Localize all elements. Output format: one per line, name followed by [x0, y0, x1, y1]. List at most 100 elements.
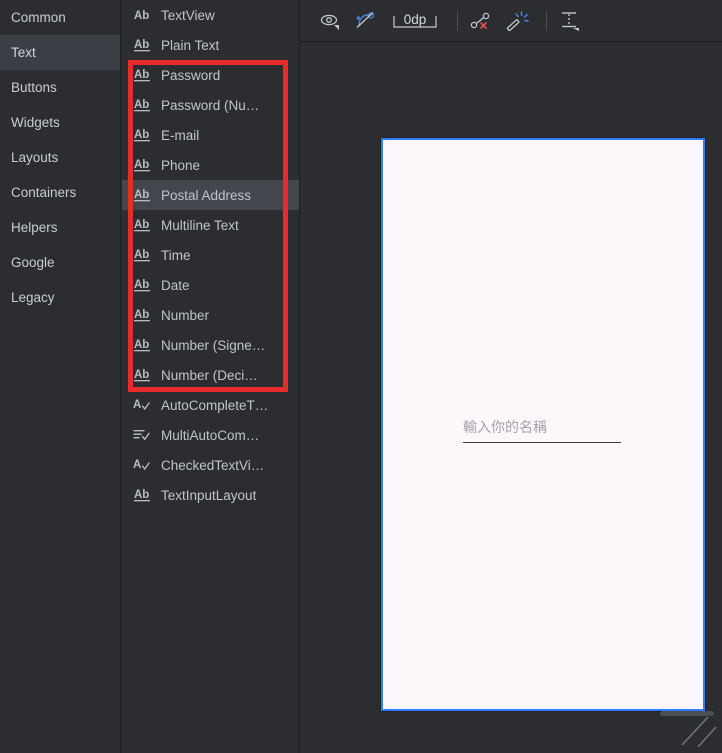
- svg-text:Ab: Ab: [134, 219, 149, 231]
- ab-underline-icon: Ab: [134, 99, 150, 112]
- toggle-constraints-button[interactable]: [351, 7, 381, 35]
- clear-constraints-button[interactable]: [466, 7, 496, 35]
- palette-item-phone[interactable]: Ab Phone: [122, 150, 299, 180]
- sidebar-item-label: Layouts: [11, 150, 59, 165]
- palette-item-label: E-mail: [161, 127, 200, 143]
- margin-icon: 0dp: [393, 12, 437, 28]
- design-surface[interactable]: 輸入你的名稱: [301, 43, 722, 753]
- guidelines-button[interactable]: [555, 7, 585, 35]
- svg-text:Ab: Ab: [134, 189, 149, 201]
- svg-text:Ab: Ab: [134, 39, 149, 51]
- sidebar-item-label: Buttons: [11, 80, 57, 95]
- lines-check-icon: [133, 430, 150, 440]
- palette-item-label: AutoCompleteT…: [161, 397, 269, 413]
- ab-underline-icon: Ab: [134, 39, 150, 52]
- margin-value-text: 0dp: [404, 12, 427, 27]
- sidebar-item-common[interactable]: Common: [0, 0, 120, 35]
- ab-underline-icon: Ab: [134, 489, 150, 502]
- resize-handle-icon[interactable]: [674, 711, 720, 751]
- sidebar-item-label: Widgets: [11, 115, 60, 130]
- palette-item-email[interactable]: Ab E-mail: [122, 120, 299, 150]
- svg-text:Ab: Ab: [134, 129, 149, 141]
- toolbar-divider: [457, 10, 458, 31]
- palette-item-label: Postal Address: [161, 187, 252, 203]
- edittext-name-field[interactable]: 輸入你的名稱: [463, 417, 621, 443]
- palette-item-label: Multiline Text: [161, 217, 239, 233]
- svg-text:Ab: Ab: [134, 489, 149, 501]
- palette-item-password[interactable]: Ab Password: [122, 60, 299, 90]
- toolbar-divider: [546, 10, 547, 31]
- ab-underline-icon: Ab: [134, 339, 150, 352]
- palette-item-number[interactable]: Ab Number: [122, 300, 299, 330]
- palette-item-textinputlayout[interactable]: Ab TextInputLayout: [122, 480, 299, 510]
- sidebar-item-label: Legacy: [11, 290, 55, 305]
- sidebar-item-legacy[interactable]: Legacy: [0, 280, 120, 315]
- svg-text:Ab: Ab: [134, 279, 149, 291]
- svg-text:Ab: Ab: [134, 69, 149, 81]
- palette-item-label: Number (Signe…: [161, 337, 266, 353]
- default-margin-button[interactable]: 0dp: [387, 7, 443, 35]
- palette-item-time[interactable]: Ab Time: [122, 240, 299, 270]
- sidebar-item-helpers[interactable]: Helpers: [0, 210, 120, 245]
- sidebar-item-label: Google: [11, 255, 55, 270]
- clear-constraints-icon: [470, 12, 490, 29]
- ab-underline-icon: Ab: [134, 249, 150, 262]
- sidebar-item-widgets[interactable]: Widgets: [0, 105, 120, 140]
- sidebar-item-google[interactable]: Google: [0, 245, 120, 280]
- palette-item-label: Password (Nu…: [161, 97, 260, 113]
- baseline-guideline-icon: [562, 11, 579, 31]
- ab-underline-icon: Ab: [134, 369, 150, 382]
- svg-text:Ab: Ab: [134, 99, 149, 111]
- sidebar-item-buttons[interactable]: Buttons: [0, 70, 120, 105]
- palette-item-list[interactable]: Ab TextView Ab Plain Text Ab Password Ab…: [122, 0, 300, 753]
- svg-text:A: A: [133, 399, 141, 411]
- sidebar-item-label: Common: [11, 10, 66, 25]
- sidebar-item-text[interactable]: Text: [0, 35, 120, 70]
- palette-item-multiline-text[interactable]: Ab Multiline Text: [122, 210, 299, 240]
- palette-item-label: Date: [161, 277, 190, 293]
- svg-text:Ab: Ab: [134, 369, 149, 381]
- palette-item-label: TextView: [161, 7, 215, 23]
- design-surface-toolbar: 0dp: [301, 0, 722, 42]
- sidebar-item-layouts[interactable]: Layouts: [0, 140, 120, 175]
- svg-text:Ab: Ab: [134, 159, 149, 171]
- sidebar-item-label: Helpers: [11, 220, 58, 235]
- palette-item-label: Phone: [161, 157, 201, 173]
- palette-item-password-numeric[interactable]: Ab Password (Nu…: [122, 90, 299, 120]
- ab-underline-icon: Ab: [134, 279, 150, 292]
- palette-item-postal-address[interactable]: Ab Postal Address: [122, 180, 299, 210]
- palette-item-number-signed[interactable]: Ab Number (Signe…: [122, 330, 299, 360]
- svg-text:Ab: Ab: [134, 309, 149, 321]
- palette-item-autocompletetextview[interactable]: A AutoCompleteT…: [122, 390, 299, 420]
- palette-item-number-decimal[interactable]: Ab Number (Deci…: [122, 360, 299, 390]
- palette-item-label: Time: [161, 247, 191, 263]
- view-options-button[interactable]: [315, 7, 345, 35]
- a-check-icon: A: [133, 459, 150, 471]
- ab-underline-icon: Ab: [134, 129, 150, 142]
- ab-underline-icon: Ab: [134, 309, 150, 322]
- svg-text:A: A: [133, 459, 141, 471]
- edittext-hint-text: 輸入你的名稱: [463, 419, 547, 435]
- ab-underline-icon: Ab: [134, 69, 150, 82]
- palette-item-date[interactable]: Ab Date: [122, 270, 299, 300]
- palette-item-label: Number: [161, 307, 210, 323]
- a-check-icon: A: [133, 399, 150, 411]
- ab-icon: Ab: [134, 10, 149, 22]
- infer-constraints-button[interactable]: [502, 7, 532, 35]
- eye-icon: [320, 14, 339, 30]
- palette-item-multiautocompletetextview[interactable]: MultiAutoCom…: [122, 420, 299, 450]
- constraints-off-icon: [356, 11, 375, 28]
- sidebar-item-label: Containers: [11, 185, 77, 200]
- svg-text:Ab: Ab: [134, 10, 149, 22]
- palette-item-label: CheckedTextVi…: [161, 457, 265, 473]
- sidebar-item-containers[interactable]: Containers: [0, 175, 120, 210]
- palette-item-label: Password: [161, 67, 221, 83]
- palette-item-checkedtextview[interactable]: A CheckedTextVi…: [122, 450, 299, 480]
- palette-item-textview[interactable]: Ab TextView: [122, 0, 299, 30]
- device-preview-frame[interactable]: 輸入你的名稱: [381, 138, 705, 711]
- palette-item-label: Number (Deci…: [161, 367, 258, 383]
- palette-item-label: TextInputLayout: [161, 487, 257, 503]
- ab-underline-icon: Ab: [134, 189, 150, 202]
- palette-item-label: Plain Text: [161, 37, 220, 53]
- palette-item-plain-text[interactable]: Ab Plain Text: [122, 30, 299, 60]
